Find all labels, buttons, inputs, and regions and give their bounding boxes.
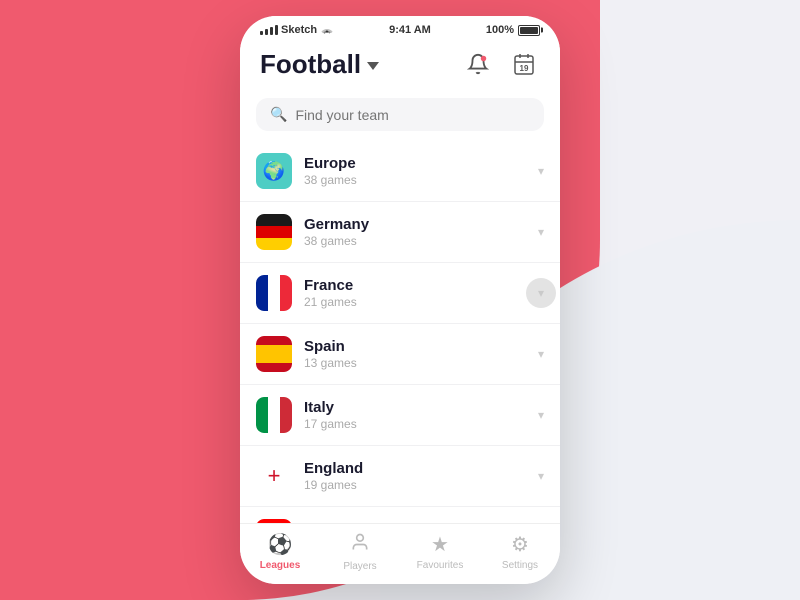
chevron-right-icon: ▾ <box>538 164 544 178</box>
item-games: 38 games <box>304 234 538 248</box>
flag-spain <box>256 336 292 372</box>
item-name: Switzerland <box>304 521 538 523</box>
list-item[interactable]: Spain 13 games ▾ <box>240 324 560 385</box>
chevron-down-icon[interactable] <box>367 62 379 70</box>
item-name: Europe <box>304 155 538 172</box>
flag-switzerland <box>256 519 292 523</box>
item-info-england: England 19 games <box>304 460 538 492</box>
flag-europe: 🌍 <box>256 153 292 189</box>
status-right: 100% <box>486 24 540 36</box>
bell-icon <box>467 53 489 75</box>
item-name: Germany <box>304 216 538 233</box>
calendar-button[interactable]: 19 <box>508 48 540 80</box>
item-name: Italy <box>304 399 538 416</box>
nav-label-settings: Settings <box>502 560 538 571</box>
bottom-nav: ⚽ Leagues Players ★ Favourites ⚙ Setting… <box>240 523 560 584</box>
notifications-button[interactable] <box>462 48 494 80</box>
flag-germany <box>256 214 292 250</box>
phone-frame: Sketch 9:41 AM 100% Football <box>240 16 560 584</box>
wifi-icon <box>320 25 334 35</box>
item-info-germany: Germany 38 games <box>304 216 538 248</box>
nav-label-players: Players <box>343 561 376 572</box>
list-item[interactable]: 🌍 Europe 38 games ▾ <box>240 141 560 202</box>
item-name: England <box>304 460 538 477</box>
battery-icon <box>518 25 540 36</box>
header-title-group[interactable]: Football <box>260 49 379 80</box>
svg-text:19: 19 <box>520 64 529 73</box>
nav-item-favourites[interactable]: ★ Favourites <box>400 532 480 572</box>
nav-label-leagues: Leagues <box>260 560 301 571</box>
flag-england <box>256 458 292 494</box>
scroll-indicator <box>526 278 556 308</box>
nav-label-favourites: Favourites <box>417 560 464 571</box>
list-item[interactable]: Italy 17 games ▾ <box>240 385 560 446</box>
list-item[interactable]: France 21 games ▾ <box>240 263 560 324</box>
leagues-icon: ⚽ <box>268 532 293 557</box>
item-games: 38 games <box>304 173 538 187</box>
favourites-icon: ★ <box>431 532 449 557</box>
item-name: Spain <box>304 338 538 355</box>
status-bar: Sketch 9:41 AM 100% <box>240 16 560 40</box>
chevron-right-icon: ▾ <box>538 408 544 422</box>
list-item[interactable]: England 19 games ▾ <box>240 446 560 507</box>
time-label: 9:41 AM <box>389 24 431 36</box>
search-container: 🔍 <box>240 92 560 141</box>
app-title: Football <box>260 49 361 80</box>
item-info-europe: Europe 38 games <box>304 155 538 187</box>
item-games: 17 games <box>304 417 538 431</box>
nav-item-leagues[interactable]: ⚽ Leagues <box>240 532 320 572</box>
list-item[interactable]: Germany 38 games ▾ <box>240 202 560 263</box>
app-header: Football 19 <box>240 40 560 92</box>
item-info-switzerland: Switzerland 6 games <box>304 521 538 523</box>
status-left: Sketch <box>260 24 334 36</box>
signal-icon <box>260 25 278 35</box>
item-name: France <box>304 277 538 294</box>
item-info-france: France 21 games <box>304 277 538 309</box>
item-games: 19 games <box>304 478 538 492</box>
flag-france <box>256 275 292 311</box>
nav-item-settings[interactable]: ⚙ Settings <box>480 532 560 572</box>
item-games: 13 games <box>304 356 538 370</box>
nav-item-players[interactable]: Players <box>320 532 400 572</box>
search-input[interactable] <box>295 107 530 123</box>
leagues-list: 🌍 Europe 38 games ▾ Germany <box>240 141 560 523</box>
flag-italy <box>256 397 292 433</box>
list-item[interactable]: Switzerland 6 games ▾ <box>240 507 560 523</box>
chevron-right-icon: ▾ <box>538 225 544 239</box>
item-info-italy: Italy 17 games <box>304 399 538 431</box>
search-icon: 🔍 <box>270 106 287 123</box>
search-box[interactable]: 🔍 <box>256 98 544 131</box>
battery-label: 100% <box>486 24 514 36</box>
calendar-icon: 19 <box>512 52 536 76</box>
settings-icon: ⚙ <box>511 532 529 557</box>
item-games: 21 games <box>304 295 538 309</box>
item-info-spain: Spain 13 games <box>304 338 538 370</box>
header-icons: 19 <box>462 48 540 80</box>
chevron-right-icon: ▾ <box>538 469 544 483</box>
carrier-label: Sketch <box>281 24 317 36</box>
players-icon <box>350 532 370 558</box>
chevron-right-icon: ▾ <box>538 347 544 361</box>
